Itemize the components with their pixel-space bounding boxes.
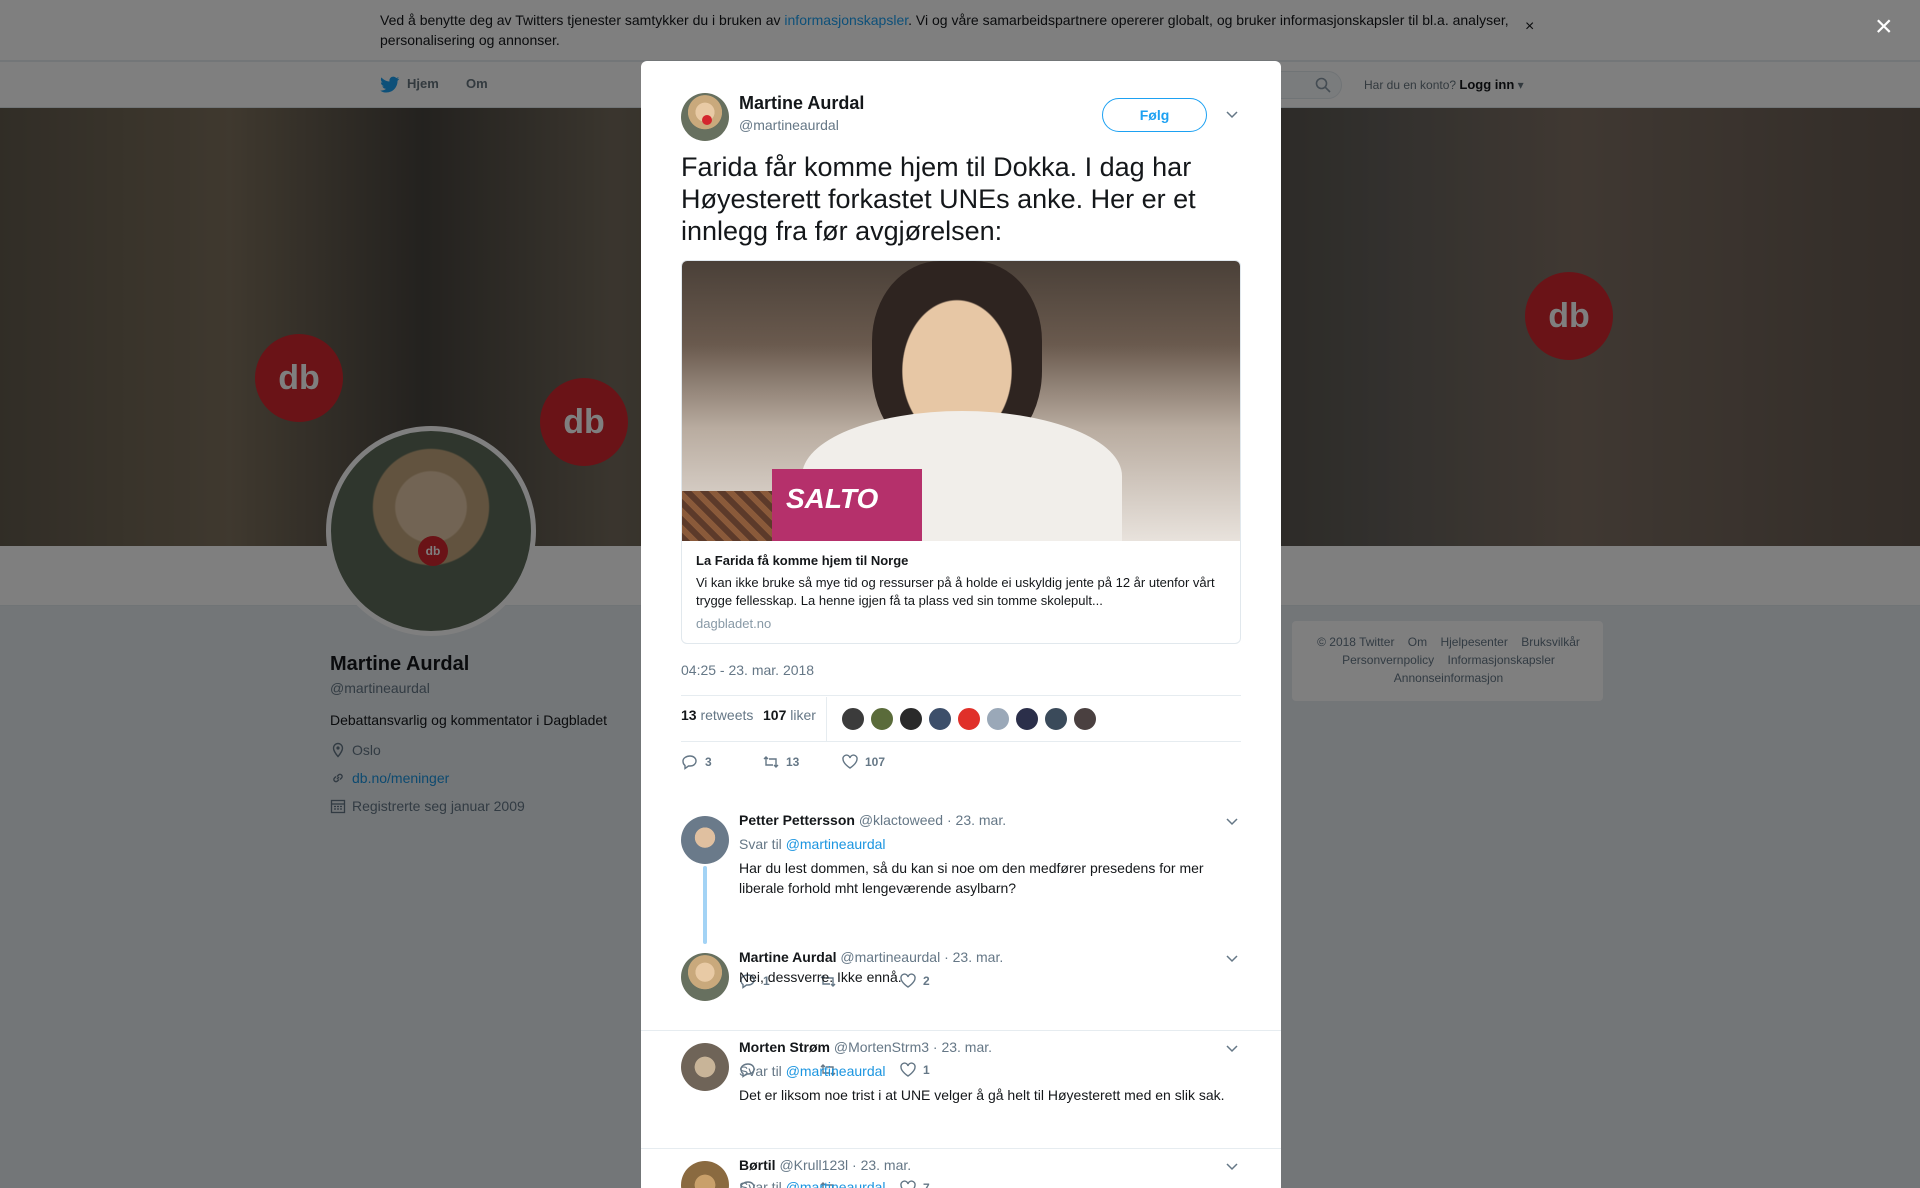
reply-author-name[interactable]: Morten Strøm xyxy=(739,1039,830,1055)
heart-icon xyxy=(900,1180,916,1188)
liker-avatar[interactable] xyxy=(841,707,865,731)
reply-date[interactable]: · 23. mar. xyxy=(944,949,1003,965)
liker-avatar[interactable] xyxy=(1073,707,1097,731)
retweets-stat-label: retweets xyxy=(700,707,754,723)
author-handle[interactable]: @martineaurdal xyxy=(739,117,839,133)
divider xyxy=(681,741,1241,742)
divider xyxy=(641,1148,1281,1149)
chevron-down-icon[interactable] xyxy=(1225,1041,1239,1055)
divider xyxy=(826,697,827,741)
liker-avatar[interactable] xyxy=(928,707,952,731)
reply-avatar[interactable] xyxy=(681,816,729,864)
reply-to-label: Svar til xyxy=(739,1179,782,1188)
liker-avatar[interactable] xyxy=(1015,707,1039,731)
retweet-count: 13 xyxy=(786,755,800,769)
card-title: La Farida få komme hjem til Norge xyxy=(696,553,909,568)
liker-avatar[interactable] xyxy=(1044,707,1068,731)
reply-date[interactable]: · 23. mar. xyxy=(933,1039,992,1055)
reply-text: Har du lest dommen, så du kan si noe om … xyxy=(739,860,1204,896)
reply-icon xyxy=(682,755,697,770)
reply-header: Morten Strøm @MortenStrm3 · 23. mar. xyxy=(739,1039,992,1055)
reply-date[interactable]: · 23. mar. xyxy=(852,1157,911,1173)
card-image: SALTO xyxy=(682,261,1240,541)
liker-avatar[interactable] xyxy=(957,707,981,731)
link-card[interactable]: SALTO La Farida få komme hjem til Norge … xyxy=(681,260,1241,644)
card-domain: dagbladet.no xyxy=(696,616,772,631)
like-action[interactable]: 107 xyxy=(841,753,885,771)
reply-author-handle[interactable]: @Krull123l xyxy=(779,1157,848,1173)
chevron-down-icon[interactable] xyxy=(1225,814,1239,828)
author-name[interactable]: Martine Aurdal xyxy=(739,93,864,114)
reply-author-name[interactable]: Børtil xyxy=(739,1157,776,1173)
chevron-down-icon[interactable] xyxy=(1225,107,1239,121)
like-count: 7 xyxy=(923,1181,930,1188)
chevron-down-icon[interactable] xyxy=(1225,1159,1239,1173)
like-count: 107 xyxy=(865,755,886,769)
reply-author-name[interactable]: Martine Aurdal xyxy=(739,949,837,965)
reply-to: Svar til @martineaurdal xyxy=(739,1063,886,1079)
likes-stat-label: liker xyxy=(790,707,816,723)
likes-stat[interactable]: 107 liker xyxy=(763,707,816,723)
like-action[interactable]: 7 xyxy=(899,1179,930,1188)
reply-to-link[interactable]: @martineaurdal xyxy=(786,836,886,852)
reply-to-link[interactable]: @martineaurdal xyxy=(786,1179,886,1188)
liker-avatar[interactable] xyxy=(986,707,1010,731)
reply-header: Børtil @Krull123l · 23. mar. xyxy=(739,1157,911,1173)
reply-header: Martine Aurdal @martineaurdal · 23. mar. xyxy=(739,949,1003,965)
close-icon[interactable]: × xyxy=(1875,12,1893,42)
reply-to-link[interactable]: @martineaurdal xyxy=(786,1063,886,1079)
liker-avatar[interactable] xyxy=(870,707,894,731)
retweets-stat[interactable]: 13 retweets xyxy=(681,707,753,723)
divider xyxy=(641,1030,1281,1031)
retweet-action[interactable]: 13 xyxy=(762,753,799,771)
retweet-icon xyxy=(763,756,779,768)
reply-to-label: Svar til xyxy=(739,1063,782,1079)
reply-count: 3 xyxy=(705,755,712,769)
reply-date[interactable]: · 23. mar. xyxy=(947,812,1006,828)
reply-to: Svar til @martineaurdal xyxy=(739,1179,886,1188)
reply-action[interactable]: 3 xyxy=(681,753,712,771)
liker-avatar[interactable] xyxy=(899,707,923,731)
reply-avatar[interactable] xyxy=(681,1161,729,1188)
reply-header: Petter Pettersson @klactoweed · 23. mar. xyxy=(739,812,1006,828)
reply-avatar[interactable] xyxy=(681,953,729,1001)
retweets-stat-count: 13 xyxy=(681,707,697,723)
like-count: 1 xyxy=(923,1063,930,1077)
reply-text: Nei, dessverre. Ikke ennå. xyxy=(739,969,902,985)
heart-icon xyxy=(900,1062,916,1077)
reply-avatar[interactable] xyxy=(681,1043,729,1091)
reply-author-handle[interactable]: @MortenStrm3 xyxy=(834,1039,929,1055)
card-image-book-text: SALTO xyxy=(786,483,879,514)
card-description: Vi kan ikke bruke så mye tid og ressurse… xyxy=(696,575,1215,608)
reply-author-handle[interactable]: @martineaurdal xyxy=(840,949,940,965)
divider xyxy=(681,695,1241,696)
reply-to: Svar til @martineaurdal xyxy=(739,836,886,852)
card-image-rug xyxy=(682,491,772,541)
avatar-mic xyxy=(702,115,712,125)
reply-author-name[interactable]: Petter Pettersson xyxy=(739,812,855,828)
heart-icon xyxy=(842,754,858,769)
tweet-modal: Martine Aurdal @martineaurdal Følg Farid… xyxy=(641,61,1281,1188)
reply-to-label: Svar til xyxy=(739,836,782,852)
like-action[interactable]: 1 xyxy=(899,1061,930,1079)
author-avatar[interactable] xyxy=(681,93,729,141)
reply-text: Det er liksom noe trist i at UNE velger … xyxy=(739,1087,1225,1103)
likes-stat-count: 107 xyxy=(763,707,787,723)
reply-author-handle[interactable]: @klactoweed xyxy=(859,812,943,828)
thread-line xyxy=(703,866,707,944)
tweet-timestamp[interactable]: 04:25 - 23. mar. 2018 xyxy=(681,662,814,678)
tweet-text: Farida får komme hjem til Dokka. I dag h… xyxy=(681,152,1196,246)
follow-button[interactable]: Følg xyxy=(1102,98,1207,132)
chevron-down-icon[interactable] xyxy=(1225,951,1239,965)
